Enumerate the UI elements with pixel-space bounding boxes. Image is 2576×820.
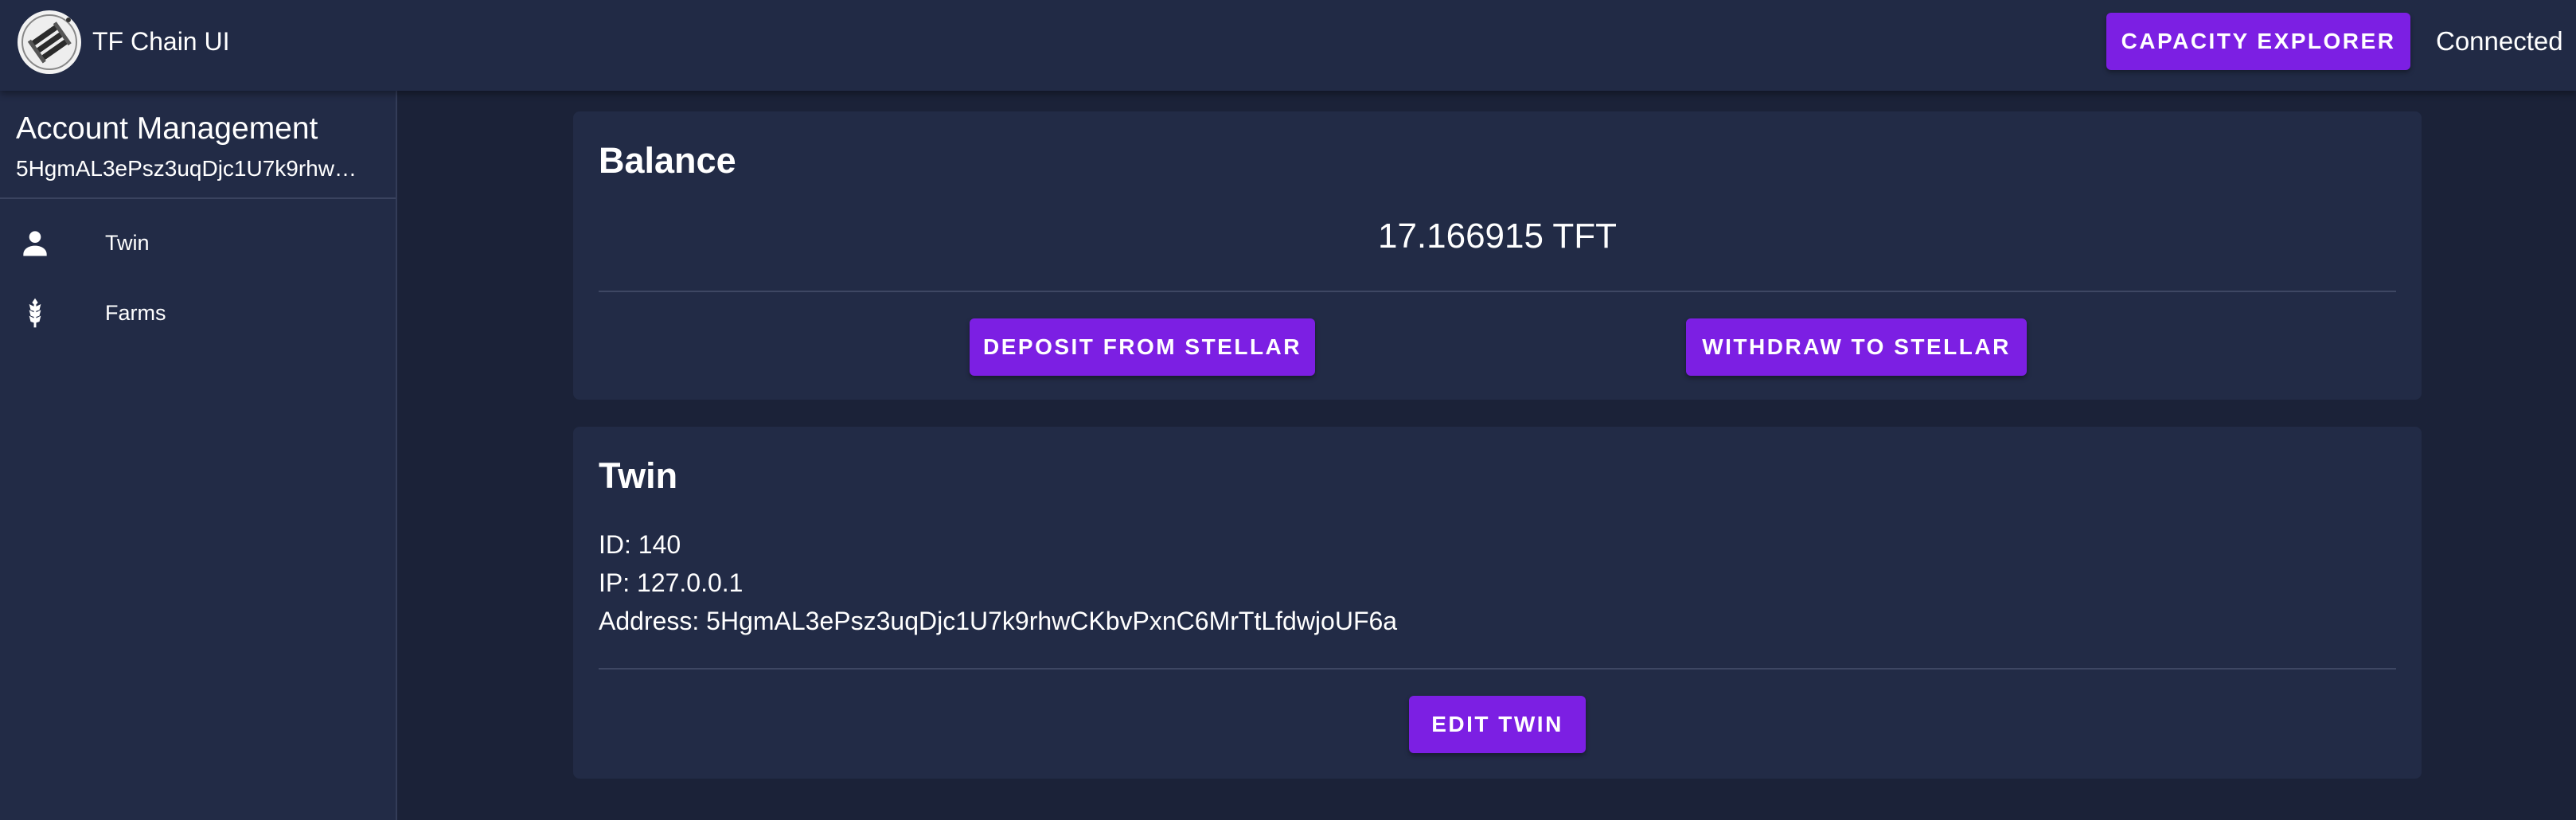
- account-management-title: Account Management: [16, 111, 318, 146]
- twin-ip: IP: 127.0.0.1: [599, 568, 744, 597]
- twin-title: Twin: [599, 455, 678, 496]
- balance-divider: [599, 291, 2396, 292]
- twin-address: Address: 5HgmAL3ePsz3uqDjc1U7k9rhwCKbvPx…: [599, 607, 1398, 635]
- balance-card: Balance 17.166915 TFT Deposit from Stell…: [573, 111, 2422, 400]
- top-app-bar: TF Chain UI Capacity Explorer Connected: [0, 0, 2576, 91]
- twin-id: ID: 140: [599, 530, 681, 559]
- wheat-icon: [18, 295, 53, 330]
- deposit-from-stellar-button[interactable]: Deposit from Stellar: [970, 318, 1315, 376]
- app-title: TF Chain UI: [92, 27, 230, 56]
- twin-divider: [599, 668, 2396, 670]
- account-address: 5HgmAL3ePsz3uqDjc1U7k9rhwCKbvPxnC6MrTtLf…: [16, 156, 366, 181]
- sidebar-item-label: Farms: [105, 301, 166, 325]
- sidebar: Account Management 5HgmAL3ePsz3uqDjc1U7k…: [0, 91, 397, 820]
- sidebar-item-farms[interactable]: Farms: [0, 279, 396, 347]
- edit-twin-button[interactable]: Edit Twin: [1409, 696, 1586, 753]
- sidebar-divider: [0, 197, 396, 199]
- withdraw-to-stellar-button[interactable]: Withdraw to Stellar: [1686, 318, 2027, 376]
- sidebar-item-label: Twin: [105, 231, 150, 255]
- twin-card: Twin ID: 140 IP: 127.0.0.1 Address: 5Hgm…: [573, 427, 2422, 779]
- balance-amount: 17.166915 TFT: [1377, 217, 1618, 256]
- sidebar-item-twin[interactable]: Twin: [0, 209, 396, 277]
- connection-status: Connected: [2436, 26, 2563, 56]
- threefold-logo-icon[interactable]: [18, 10, 81, 74]
- balance-title: Balance: [599, 140, 736, 181]
- person-icon: [18, 225, 53, 260]
- capacity-explorer-button[interactable]: Capacity Explorer: [2106, 13, 2410, 70]
